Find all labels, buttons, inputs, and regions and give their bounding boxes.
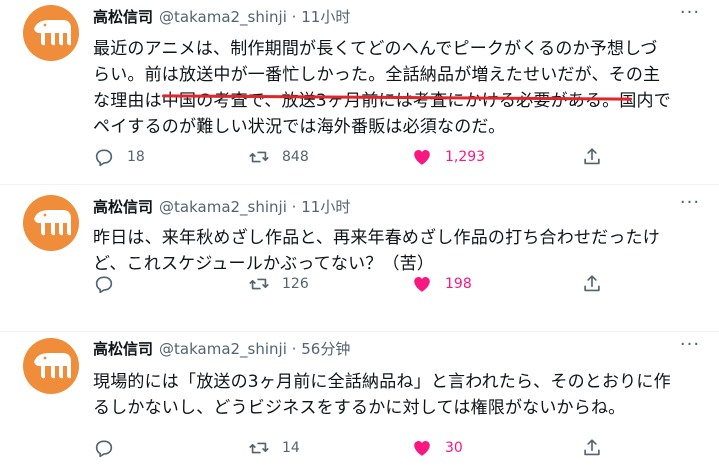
author-name[interactable]: 高松信司 (93, 198, 153, 216)
retweet-count: 14 (282, 440, 300, 456)
timestamp[interactable]: 56分钟 (301, 340, 350, 358)
tweet-line: らい。前は放送中が一番忙しかった。全話納品が増えたせいだが、その主 (93, 65, 661, 85)
tweet-line: 現場的には「放送の3ヶ月前に全話納品ね」と言われたら、そのとおりに作 (93, 372, 671, 392)
share-icon (584, 148, 600, 165)
reply-button[interactable] (93, 437, 115, 459)
tweet[interactable]: 高松信司 @takama2_shinji · 11小时 ··· 最近のアニメは、制… (0, 0, 719, 185)
share-icon (584, 275, 600, 292)
like-button[interactable]: 1,293 (411, 146, 485, 168)
retweet-icon (249, 442, 269, 454)
reply-button[interactable] (93, 273, 115, 295)
tweet-line: な理由は中国の考査で、放送3ヶ月前には考査にかける必要がある。国内で (93, 91, 671, 111)
more-icon[interactable]: ··· (677, 336, 703, 358)
author-name[interactable]: 高松信司 (93, 8, 153, 26)
author-name[interactable]: 高松信司 (93, 340, 153, 358)
tweet-actions: 14 30 (93, 437, 613, 461)
retweet-button[interactable]: 126 (248, 273, 309, 295)
reply-icon (95, 149, 113, 167)
like-count: 198 (445, 276, 472, 292)
reply-count: 18 (127, 149, 145, 165)
author-handle[interactable]: @takama2_shinji (159, 340, 287, 358)
share-icon (584, 439, 600, 456)
heart-icon (414, 440, 430, 456)
avatar[interactable] (23, 195, 79, 251)
timestamp[interactable]: 11小时 (301, 8, 350, 26)
tweet-actions: 126 198 (93, 273, 613, 297)
share-button[interactable] (581, 146, 603, 168)
tweet[interactable]: 高松信司 @takama2_shinji · 56分钟 ··· 現場的には「放送の… (0, 332, 719, 474)
separator-dot: · (291, 8, 297, 26)
retweet-count: 126 (282, 276, 309, 292)
avatar[interactable] (23, 338, 79, 394)
avatar[interactable] (23, 5, 79, 61)
heart-icon (414, 149, 430, 165)
author-handle[interactable]: @takama2_shinji (159, 8, 287, 26)
like-button[interactable]: 30 (411, 437, 463, 459)
tweet-text: 現場的には「放送の3ヶ月前に全話納品ね」と言われたら、そのとおりに作 るしかない… (93, 369, 703, 421)
tweet-text: 昨日は、来年秋めざし作品と、再来年春めざし作品の打ち合わせだったけ ど、これスケ… (93, 225, 703, 277)
tweet-actions: 18 848 1,293 (93, 146, 613, 170)
like-count: 30 (445, 440, 463, 456)
author-handle[interactable]: @takama2_shinji (159, 198, 287, 216)
retweet-button[interactable]: 848 (248, 146, 309, 168)
tweet-header: 高松信司 @takama2_shinji · 11小时 (93, 6, 350, 27)
tweet-line: 昨日は、来年秋めざし作品と、再来年春めざし作品の打ち合わせだったけ (93, 228, 660, 248)
separator-dot: · (291, 340, 297, 358)
more-icon[interactable]: ··· (677, 4, 703, 26)
tweet-text: 最近のアニメは、制作期間が長くてどのへんでピークがくるのか予想しづ らい。前は放… (93, 36, 703, 140)
tweet-line: 最近のアニメは、制作期間が長くてどのへんでピークがくるのか予想しづ (93, 39, 658, 59)
tweet-header: 高松信司 @takama2_shinji · 11小时 (93, 196, 350, 217)
retweet-button[interactable]: 14 (248, 437, 300, 459)
timestamp[interactable]: 11小时 (301, 198, 350, 216)
like-count: 1,293 (445, 149, 486, 165)
retweet-count: 848 (282, 149, 309, 165)
reply-button[interactable]: 18 (93, 146, 145, 168)
share-button[interactable] (581, 437, 603, 459)
tweet[interactable]: 高松信司 @takama2_shinji · 11小时 ··· 昨日は、来年秋めざ… (0, 185, 719, 332)
share-button[interactable] (581, 273, 603, 295)
tweet-header: 高松信司 @takama2_shinji · 56分钟 (93, 338, 350, 359)
retweet-icon (249, 151, 269, 163)
reply-icon (95, 276, 113, 294)
retweet-icon (249, 278, 269, 290)
separator-dot: · (291, 198, 297, 216)
heart-icon (414, 276, 430, 292)
tweet-line: るしかないし、どうビジネスをするかに対しては権限がないからね。 (93, 398, 626, 418)
reply-icon (95, 440, 113, 458)
more-icon[interactable]: ··· (677, 194, 703, 216)
tweet-line: ペイするのが難しい状況では海外番販は必須なのだ。 (93, 117, 506, 137)
like-button[interactable]: 198 (411, 273, 472, 295)
